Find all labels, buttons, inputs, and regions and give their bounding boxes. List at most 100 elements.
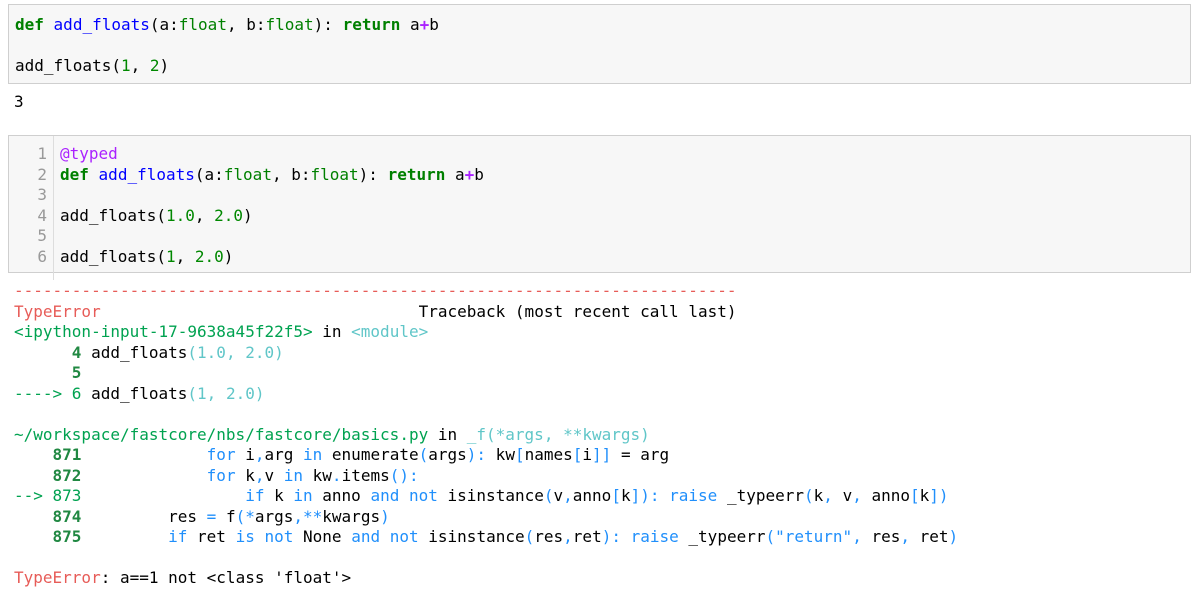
code-text: None <box>293 527 352 546</box>
code-text: , <box>130 56 150 75</box>
punct: , <box>563 486 573 505</box>
code-text: , b: <box>226 15 266 34</box>
keyword: not <box>408 486 438 505</box>
code-text: k <box>264 486 294 505</box>
code-text: b <box>474 164 484 184</box>
line-number: 871 <box>14 445 82 464</box>
traceback-output: ----------------------------------------… <box>14 281 958 589</box>
punct: ]] <box>592 445 612 464</box>
number: 2.0 <box>194 246 224 266</box>
current-line-arrow: --> 873 <box>14 486 82 505</box>
code-text: add_floats <box>81 342 188 362</box>
code-text: ) <box>223 246 234 266</box>
builtin: float <box>178 15 227 34</box>
punct: ( <box>418 445 429 464</box>
code-text: v <box>553 486 564 505</box>
punct: , <box>900 527 910 546</box>
gutter-divider <box>53 136 54 280</box>
code-text: anno <box>312 486 371 505</box>
code-text: anno <box>861 486 911 505</box>
code-text: in <box>428 424 467 444</box>
code-cell-2[interactable]: 1 2 3 4 5 6 @typed def add_floats(a:floa… <box>8 135 1191 280</box>
current-line-arrow: ----> 6 <box>14 383 82 403</box>
code-text: v <box>832 486 853 505</box>
code-text: res <box>534 527 564 546</box>
function-name: add_floats <box>53 15 150 34</box>
error-message: TypeError: a==1 not <class 'float'> <box>14 568 958 589</box>
code-text: enumerate <box>322 445 419 464</box>
code-text: , <box>194 205 215 225</box>
line-number: 875 <box>14 527 82 546</box>
code-text: k <box>813 486 824 505</box>
code-text: arg <box>264 445 304 464</box>
code-text: k <box>620 486 631 505</box>
code-text: res <box>861 527 901 546</box>
frame-line-current: ----> 6 add_floats(1, 2.0) <box>14 384 958 405</box>
code-text: kw <box>486 445 515 464</box>
code-line: add_floats(1, 2.0) <box>60 247 1190 268</box>
code-text: args <box>428 445 467 464</box>
punct: ): <box>601 527 621 546</box>
code-cell-1[interactable]: def add_floats(a:float, b:float): return… <box>8 4 1191 84</box>
code-text: i <box>235 445 255 464</box>
frame-line: 874 res = f(*args,**kwargs) <box>14 507 958 528</box>
code-text: _typeerr <box>678 527 766 546</box>
punct: [ <box>910 486 920 505</box>
code-text: v <box>264 465 284 485</box>
frame-line: 872 for k,v in kw.items(): <box>14 466 958 487</box>
frame-line-current: --> 873 if k in anno and not isinstance(… <box>14 486 958 507</box>
line-number: 2 <box>37 164 47 184</box>
builtin: float <box>223 164 272 184</box>
line-number: 874 <box>14 506 82 526</box>
line-number: 4 <box>14 342 82 362</box>
line-number: 1 <box>37 144 47 163</box>
code-text: i <box>582 445 593 464</box>
line-number: 3 <box>37 185 47 204</box>
code-text: ): <box>313 15 343 34</box>
code-line: @typed <box>60 144 1190 165</box>
function-name: add_floats <box>98 164 195 184</box>
code-text: ret <box>187 527 236 546</box>
frame-line: 5 <box>14 363 958 384</box>
line-number: 4 <box>37 205 47 225</box>
code-text: res <box>81 506 207 526</box>
code-text: kwargs <box>322 506 381 526</box>
punct: , <box>823 486 833 505</box>
keyword: in <box>293 486 313 505</box>
frame-line: 871 for i,arg in enumerate(args): kw[nam… <box>14 445 958 466</box>
code-editor[interactable]: @typed def add_floats(a:float, b:float):… <box>60 144 1190 272</box>
code-text: a <box>400 15 420 34</box>
line-number: 6 <box>37 246 47 266</box>
traceback-separator: ----------------------------------------… <box>14 281 737 300</box>
code-text: a <box>445 164 465 184</box>
code-line: def add_floats(a:float, b:float): return… <box>15 15 1190 36</box>
punct: , <box>852 527 862 546</box>
code-text: ret <box>910 527 949 546</box>
code-text: ) <box>243 205 253 225</box>
punct: ( <box>524 527 535 546</box>
punct: . <box>331 465 342 485</box>
punct: (* <box>235 506 255 526</box>
punct: ) <box>948 527 959 546</box>
punct: ): <box>466 445 487 464</box>
keyword: return <box>342 15 401 34</box>
code-text: add_floats <box>81 383 188 403</box>
builtin: float <box>265 15 314 34</box>
number: 2.0 <box>214 205 244 225</box>
frame-line: 4 add_floats(1.0, 2.0) <box>14 343 958 364</box>
keyword: and <box>351 527 381 546</box>
punct: ( <box>543 486 554 505</box>
code-text: add_floats( <box>60 246 166 266</box>
code-text: kw <box>303 465 332 485</box>
keyword: not <box>389 527 419 546</box>
frame-file: <ipython-input-17-9638a45f22f5> <box>14 322 313 341</box>
code-text: , b: <box>271 164 311 184</box>
